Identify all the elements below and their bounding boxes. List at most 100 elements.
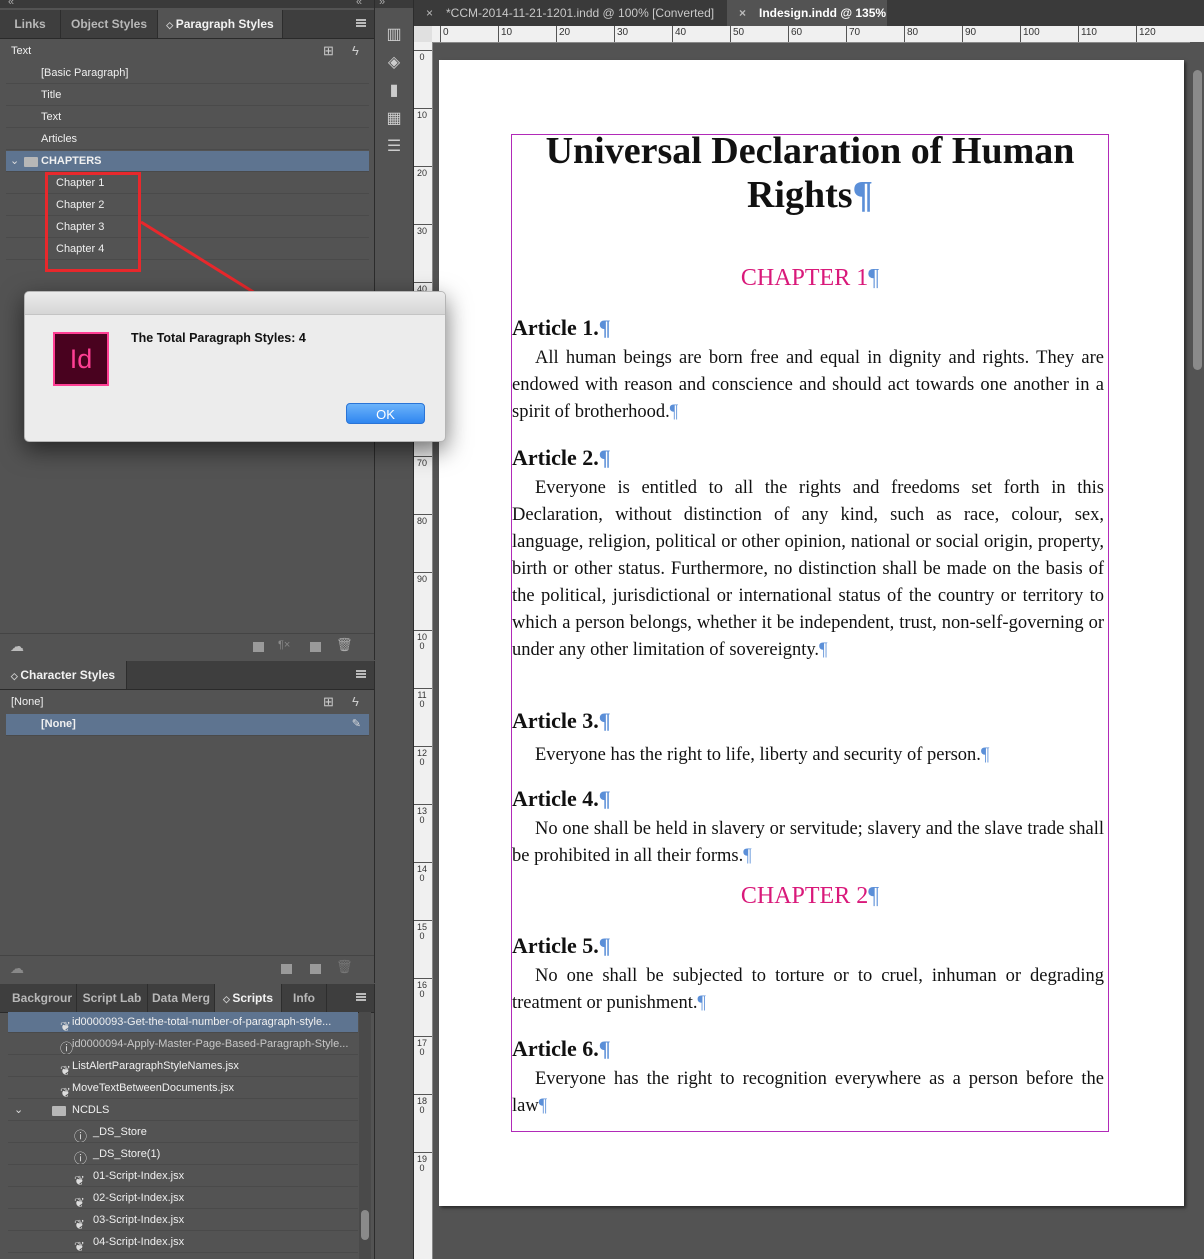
swatches-icon[interactable]: ▦ — [385, 110, 403, 128]
ruler-tick — [414, 514, 432, 515]
tab-data-merge[interactable]: Data Merg — [148, 984, 215, 1012]
ruler-label: 30 — [417, 226, 428, 236]
doc-tab-indesign[interactable]: × Indesign.indd @ 135% — [727, 0, 887, 26]
text-frame[interactable]: Universal Declaration of Human Rights¶ C… — [511, 130, 1109, 1132]
close-icon[interactable]: × — [426, 0, 433, 26]
tab-character-styles[interactable]: ◇ Character Styles — [0, 661, 127, 689]
tab-paragraph-styles[interactable]: ◇ Paragraph Styles — [158, 10, 283, 38]
ruler-label: 150 — [417, 922, 428, 941]
expand-dock-icon[interactable]: » — [379, 0, 385, 8]
script-folder-label: NCDLS — [72, 1104, 110, 1116]
current-style-label: Text — [11, 45, 32, 57]
disclosure-chevron-icon[interactable]: ⌄ — [10, 151, 19, 171]
scripts-scrollbar[interactable] — [359, 1012, 371, 1259]
panel-dock-strip: » ▥ ◈ ▮ ▦ ☰ — [375, 0, 414, 1259]
scripts-tabbar: Backgrour Script Lab Data Merg ◇ Scripts… — [0, 984, 374, 1013]
close-icon[interactable]: × — [739, 0, 746, 26]
article-heading-text: Article 1. — [512, 315, 599, 340]
script-item[interactable]: ❦ 03-Script-Index.jsx — [8, 1210, 358, 1231]
layers-icon[interactable]: ◈ — [385, 54, 403, 72]
tab-info[interactable]: Info — [282, 984, 327, 1012]
script-item[interactable]: ❦ ListAlertParagraphStyleNames.jsx — [8, 1056, 358, 1077]
ruler-label: 50 — [733, 27, 745, 38]
article-heading: Article 2.¶ — [512, 445, 611, 471]
new-style-from-selection-icon[interactable]: ⊞ — [323, 40, 334, 62]
quick-apply-icon[interactable]: ϟ — [352, 691, 359, 713]
article-heading: Article 4.¶ — [512, 786, 611, 812]
document-title: Universal Declaration of Human Rights¶ — [512, 129, 1108, 217]
document-scrollbar[interactable] — [1190, 42, 1204, 1259]
ruler-tick — [414, 804, 432, 805]
dialog-titlebar[interactable] — [25, 292, 445, 315]
collapse-right-icon[interactable]: « — [356, 0, 362, 8]
doc-tab-ccm[interactable]: × *CCM-2014-11-21-1201.indd @ 100% [Conv… — [414, 0, 726, 26]
tab-scripts[interactable]: ◇ Scripts — [215, 984, 282, 1012]
tab-object-styles[interactable]: Object Styles — [61, 10, 158, 38]
new-group-folder-icon[interactable] — [253, 642, 264, 652]
app-icon-text: Id — [69, 344, 93, 374]
vertical-ruler[interactable]: 0102030405060708090100110120130140150160… — [414, 42, 433, 1259]
tab-links[interactable]: Links — [0, 10, 61, 38]
character-tabbar: ◇ Character Styles — [0, 661, 374, 690]
pages-icon[interactable]: ▥ — [385, 26, 403, 44]
script-item[interactable]: ❦ 04-Script-Index.jsx — [8, 1232, 358, 1253]
new-group-folder-icon[interactable] — [281, 964, 292, 974]
quick-apply-icon[interactable]: ϟ — [352, 40, 359, 62]
title-line-2-text: Rights — [746, 174, 853, 216]
no-edit-pencil-icon: ✎ — [351, 718, 361, 730]
pilcrow-mark: ¶ — [538, 1096, 548, 1116]
cloud-library-icon[interactable]: ☁ — [10, 960, 24, 977]
new-style-icon[interactable] — [310, 964, 321, 974]
ok-button[interactable]: OK — [346, 403, 425, 424]
script-folder-ncdls[interactable]: ⌄ NCDLS — [8, 1100, 358, 1121]
ruler-tick — [1020, 26, 1021, 42]
delete-style-icon[interactable]: 🗑 — [336, 637, 353, 653]
scripts-scroll-thumb[interactable] — [361, 1210, 369, 1240]
style-item-basic-paragraph[interactable]: [Basic Paragraph] — [6, 63, 369, 84]
pilcrow-mark: ¶ — [743, 846, 752, 866]
script-item[interactable]: ❦ MoveTextBetweenDocuments.jsx — [8, 1078, 358, 1099]
character-panel-footer: ☁ 🗑 — [0, 955, 374, 982]
article-text: No one shall be held in slavery or servi… — [512, 816, 1104, 870]
ruler-tick — [414, 1036, 432, 1037]
ruler-label: 90 — [965, 27, 977, 38]
script-item[interactable]: ⓘ _DS_Store — [8, 1122, 358, 1143]
disclosure-chevron-icon[interactable]: ⌄ — [14, 1100, 23, 1120]
delete-style-icon[interactable]: 🗑 — [336, 959, 353, 975]
script-item[interactable]: ⓘ _DS_Store(1) — [8, 1144, 358, 1165]
style-item-text[interactable]: Text — [6, 107, 369, 128]
clear-overrides-icon[interactable]: ¶× — [278, 639, 290, 651]
ruler-tick — [414, 108, 432, 109]
pilcrow-mark: ¶ — [669, 402, 679, 422]
panel-menu-icon[interactable] — [356, 670, 366, 678]
document-scroll-thumb[interactable] — [1193, 70, 1202, 370]
dock-header: » — [375, 0, 413, 8]
document-page[interactable]: Universal Declaration of Human Rights¶ C… — [439, 60, 1184, 1206]
panel-menu-icon[interactable] — [356, 993, 366, 1001]
collapse-left-icon[interactable]: « — [8, 0, 14, 8]
article-heading-text: Article 4. — [512, 786, 599, 811]
ruler-label: 70 — [849, 27, 861, 38]
ruler-tick — [414, 282, 432, 283]
script-item[interactable]: ❦ id0000093-Get-the-total-number-of-para… — [8, 1012, 358, 1033]
bookmark-icon[interactable]: ▮ — [385, 82, 403, 100]
style-item-title[interactable]: Title — [6, 85, 369, 106]
script-item[interactable]: ❦ 02-Script-Index.jsx — [8, 1188, 358, 1209]
new-style-from-selection-icon[interactable]: ⊞ — [323, 691, 334, 713]
char-style-none[interactable]: [None] ✎ — [6, 714, 369, 736]
script-item[interactable]: ⓘ id0000094-Apply-Master-Page-Based-Para… — [8, 1034, 358, 1055]
ruler-tick — [962, 26, 963, 42]
new-style-icon[interactable] — [310, 642, 321, 652]
style-group-chapters[interactable]: ⌄ CHAPTERS — [6, 151, 369, 172]
horizontal-ruler[interactable]: 0 10 20 30 40 50 60 70 80 90 100 110 120 — [432, 26, 1204, 43]
script-item[interactable]: ❦ 01-Script-Index.jsx — [8, 1166, 358, 1187]
ruler-origin[interactable] — [414, 26, 433, 43]
panel-menu-icon[interactable] — [356, 19, 366, 27]
scripts-panel: Backgrour Script Lab Data Merg ◇ Scripts… — [0, 984, 375, 1259]
folder-icon — [24, 157, 38, 167]
cloud-library-icon[interactable]: ☁ — [10, 638, 24, 655]
paragraph-panel-icon[interactable]: ☰ — [385, 138, 403, 156]
tab-background[interactable]: Backgrour — [8, 984, 77, 1012]
tab-script-label[interactable]: Script Lab — [77, 984, 148, 1012]
style-item-articles[interactable]: Articles — [6, 129, 369, 150]
